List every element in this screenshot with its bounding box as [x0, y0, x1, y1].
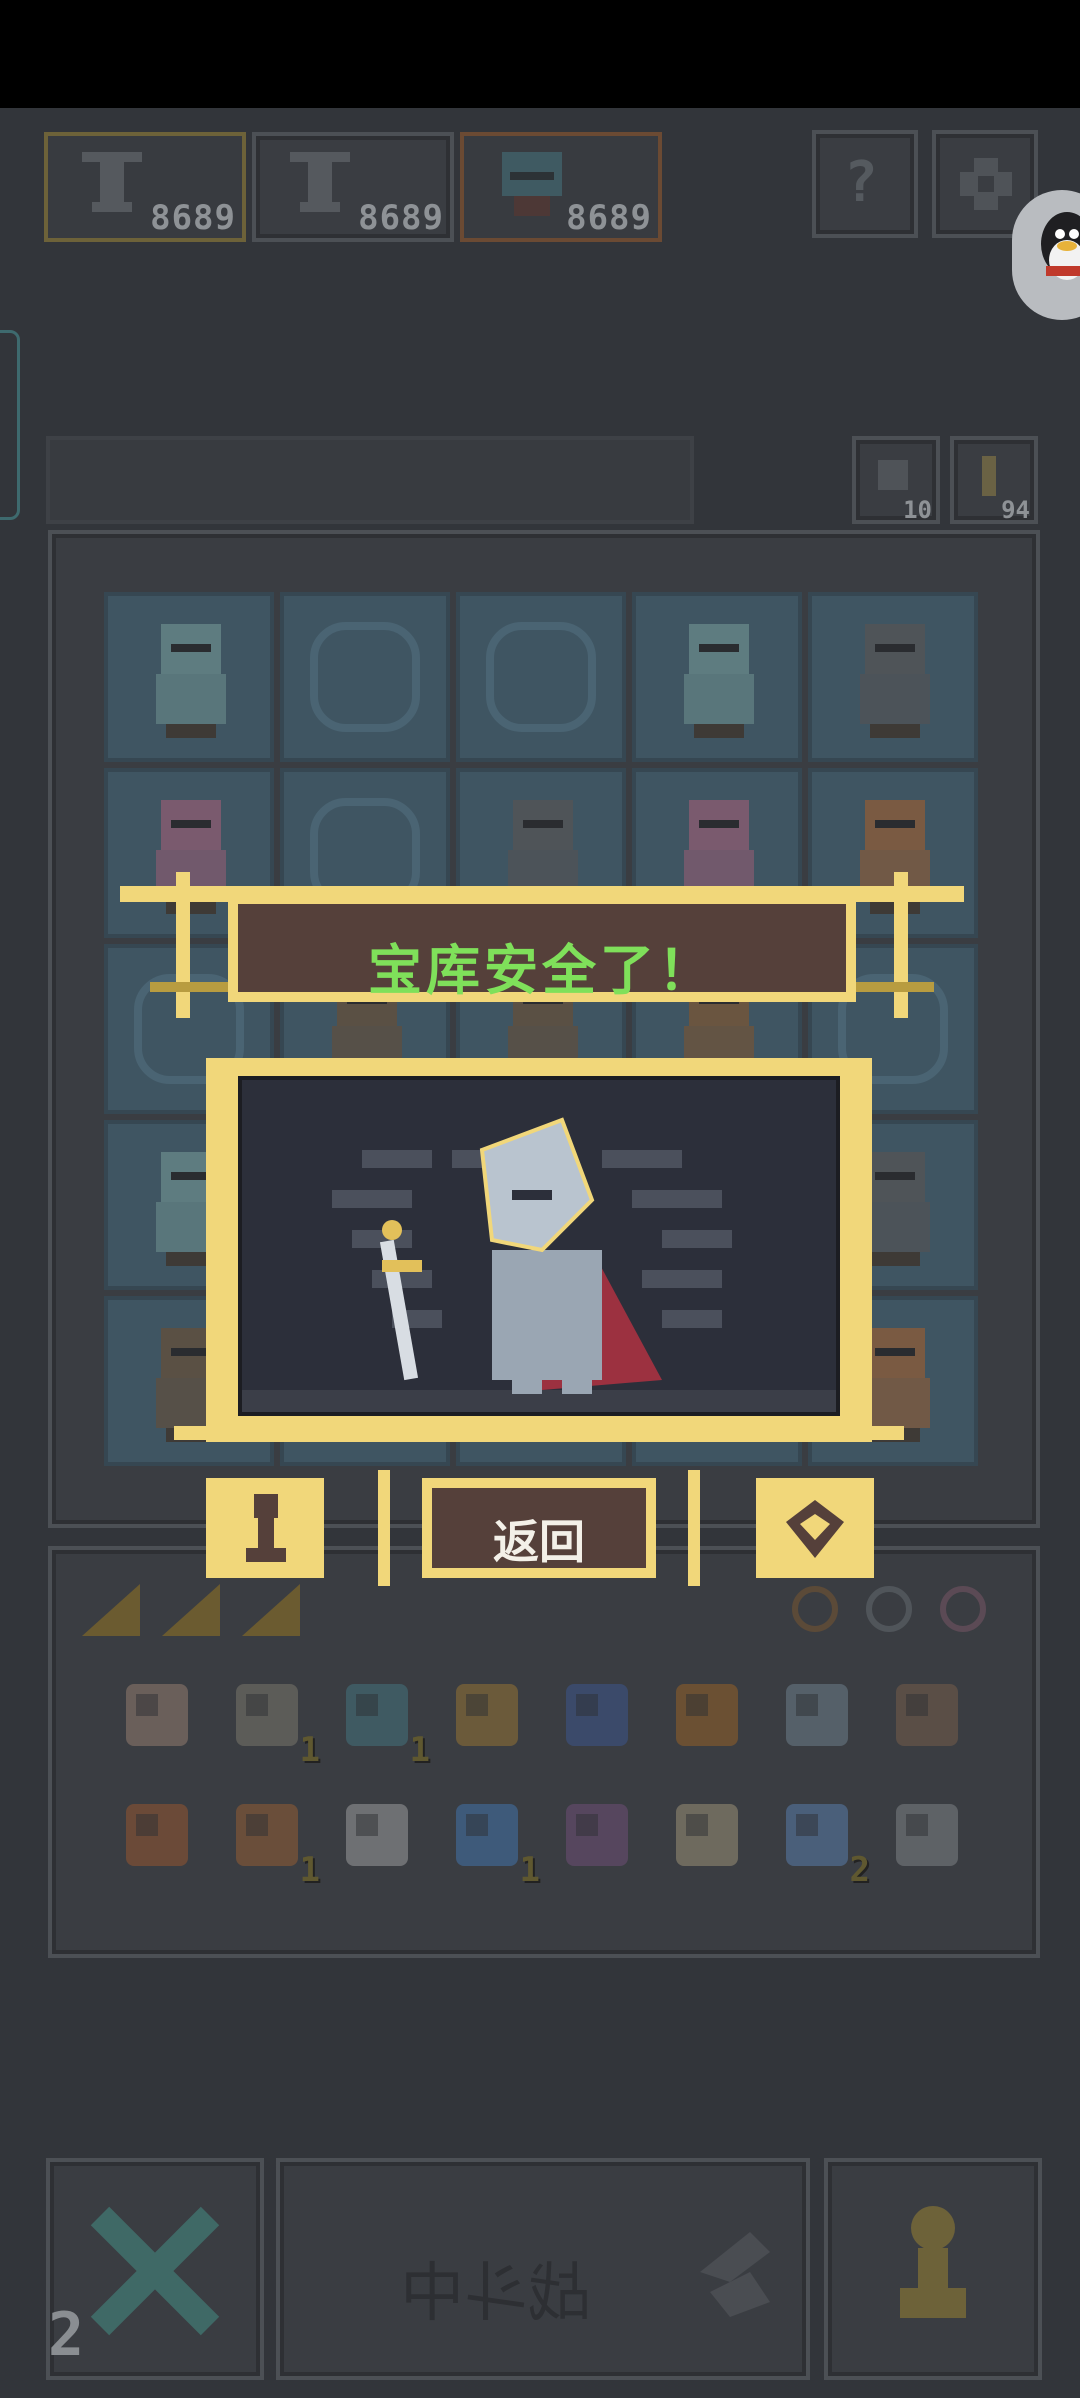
close-icon: [90, 2206, 220, 2336]
board-cell[interactable]: [456, 592, 626, 762]
ring-icon[interactable]: [792, 1586, 838, 1632]
hero-count: 8689: [566, 198, 652, 238]
key-count: 94: [1001, 496, 1030, 524]
crystal-icon[interactable]: [332, 1790, 422, 1880]
empty-slot-icon: [310, 622, 420, 732]
pawn-icon: [246, 1494, 286, 1562]
ring-group: [782, 1580, 1012, 1640]
item-count: 1: [299, 1850, 320, 1890]
hero-slot-2[interactable]: 8689: [252, 132, 454, 242]
pouch-icon[interactable]: [112, 1790, 202, 1880]
item-count: 1: [299, 1730, 320, 1770]
ship-icon[interactable]: [442, 1670, 532, 1760]
hero-count: 8689: [150, 198, 236, 238]
ring-icon[interactable]: [866, 1586, 912, 1632]
hammer-icon[interactable]: [112, 1670, 202, 1760]
undo-count: 10: [903, 496, 932, 524]
right-gem-button[interactable]: [756, 1478, 874, 1578]
left-pawn-button[interactable]: [206, 1478, 324, 1578]
back-button-label: 返回: [493, 1515, 585, 1569]
banner-panel: 宝库安全了！: [238, 904, 846, 1002]
result-banner: 宝库安全了！: [120, 872, 964, 1022]
level-number: 2: [48, 2300, 85, 2370]
cauldron-icon[interactable]: [552, 1670, 642, 1760]
result-image: [238, 1076, 840, 1416]
squirrel-icon[interactable]: [552, 1790, 642, 1880]
item-count: 1: [409, 1730, 430, 1770]
empty-slot-icon: [486, 622, 596, 732]
side-drawer-tab[interactable]: [0, 330, 20, 520]
battle-button[interactable]: 战斗中: [276, 2158, 810, 2380]
help-button[interactable]: ?: [812, 130, 918, 238]
gear-icon: [960, 158, 1012, 210]
pawn-icon: [900, 2206, 966, 2318]
pawn-button[interactable]: [824, 2158, 1042, 2380]
sack-icon[interactable]: 1: [222, 1790, 320, 1890]
key-icon: [982, 456, 996, 496]
back-button-panel: 返回: [432, 1488, 646, 1569]
gem-icon: [786, 1500, 844, 1558]
feather-blade-icon[interactable]: [662, 1790, 752, 1880]
back-button-frame[interactable]: 返回: [364, 1470, 714, 1586]
key-counter[interactable]: 94: [950, 436, 1038, 524]
hero-slot-1[interactable]: 8689: [44, 132, 246, 242]
board-cell[interactable]: [104, 592, 274, 762]
hero-count: 8689: [358, 198, 444, 238]
qq-float-button[interactable]: [1012, 190, 1080, 320]
whale-icon[interactable]: 1: [442, 1790, 540, 1890]
orb-icon[interactable]: 2: [772, 1790, 870, 1890]
knight-illustration: [242, 1117, 836, 1412]
undo-counter[interactable]: 10: [852, 436, 940, 524]
creature-icon: [136, 614, 246, 744]
question-icon: ?: [844, 150, 878, 215]
battle-label: 战斗中: [400, 2257, 592, 2331]
arrow-icon: [878, 460, 908, 490]
banner-frame: 宝库安全了！: [228, 894, 856, 1002]
statue-icon: [290, 152, 350, 212]
tab-ramp-icon[interactable]: [242, 1584, 300, 1636]
name-bar: [46, 436, 694, 524]
board-cell[interactable]: [632, 592, 802, 762]
tab-ramp-icon[interactable]: [82, 1584, 140, 1636]
status-bar: [0, 0, 1080, 108]
item-count: 1: [519, 1850, 540, 1890]
pickaxe-icon[interactable]: [772, 1670, 862, 1760]
inventory-row-1: 11: [112, 1670, 992, 1780]
mallet-icon[interactable]: [882, 1670, 972, 1760]
tab-ramp-icon[interactable]: [162, 1584, 220, 1636]
creature-icon: [840, 614, 950, 744]
inventory-row-2: 1 1 2: [112, 1790, 992, 1900]
heart-shield-icon[interactable]: 1: [332, 1670, 430, 1770]
button-pillar: [378, 1470, 390, 1586]
image-frame-base: [174, 1426, 904, 1440]
creature-icon: [664, 614, 774, 744]
penguin-icon: [1041, 212, 1080, 280]
ring-icon[interactable]: [940, 1586, 986, 1632]
banner-title: 宝库安全了！: [368, 939, 716, 1002]
statue-icon: [82, 152, 142, 212]
scroll-icon[interactable]: 1: [222, 1670, 320, 1770]
result-image-frame: [206, 1058, 872, 1442]
button-pillar: [688, 1470, 700, 1586]
stick-icon[interactable]: [662, 1670, 752, 1760]
board-cell[interactable]: [808, 592, 978, 762]
inventory-panel: 11 112: [48, 1546, 1040, 1958]
swap-icon: [700, 2232, 770, 2317]
axe-icon[interactable]: [882, 1790, 972, 1880]
back-button[interactable]: 返回: [422, 1478, 656, 1578]
item-count: 2: [849, 1850, 870, 1890]
board-cell[interactable]: [280, 592, 450, 762]
hero-slot-3[interactable]: 8689: [460, 132, 662, 242]
inventory-tabs: [72, 1570, 322, 1650]
